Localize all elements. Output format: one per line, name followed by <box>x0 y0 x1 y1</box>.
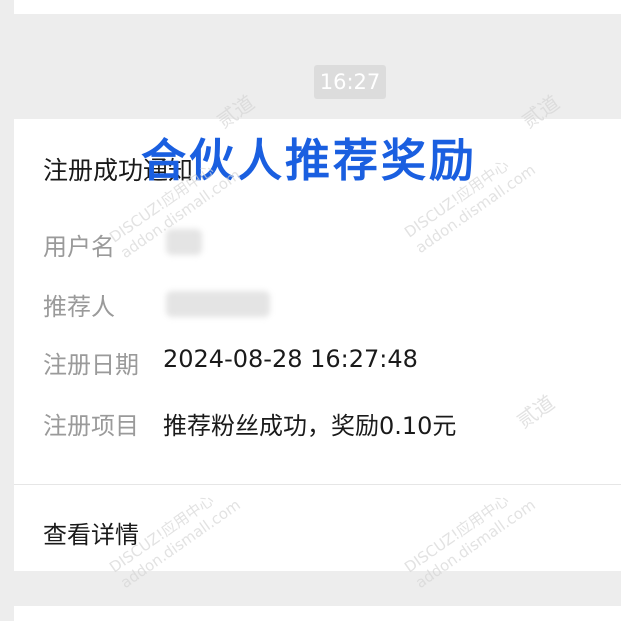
username-blurred-value <box>166 229 202 255</box>
register-date-label: 注册日期 <box>43 351 139 379</box>
next-card <box>14 606 621 621</box>
register-date-value: 2024-08-28 16:27:48 <box>163 345 418 373</box>
username-label: 用户名 <box>43 233 115 261</box>
card-divider <box>14 484 621 485</box>
timestamp-pill: 16:27 <box>314 65 386 99</box>
referrer-label: 推荐人 <box>43 293 115 321</box>
referrer-blurred-value <box>166 291 270 317</box>
previous-card <box>14 0 621 14</box>
register-item-label: 注册项目 <box>43 412 139 440</box>
register-item-value: 推荐粉丝成功，奖励0.10元 <box>163 412 457 440</box>
